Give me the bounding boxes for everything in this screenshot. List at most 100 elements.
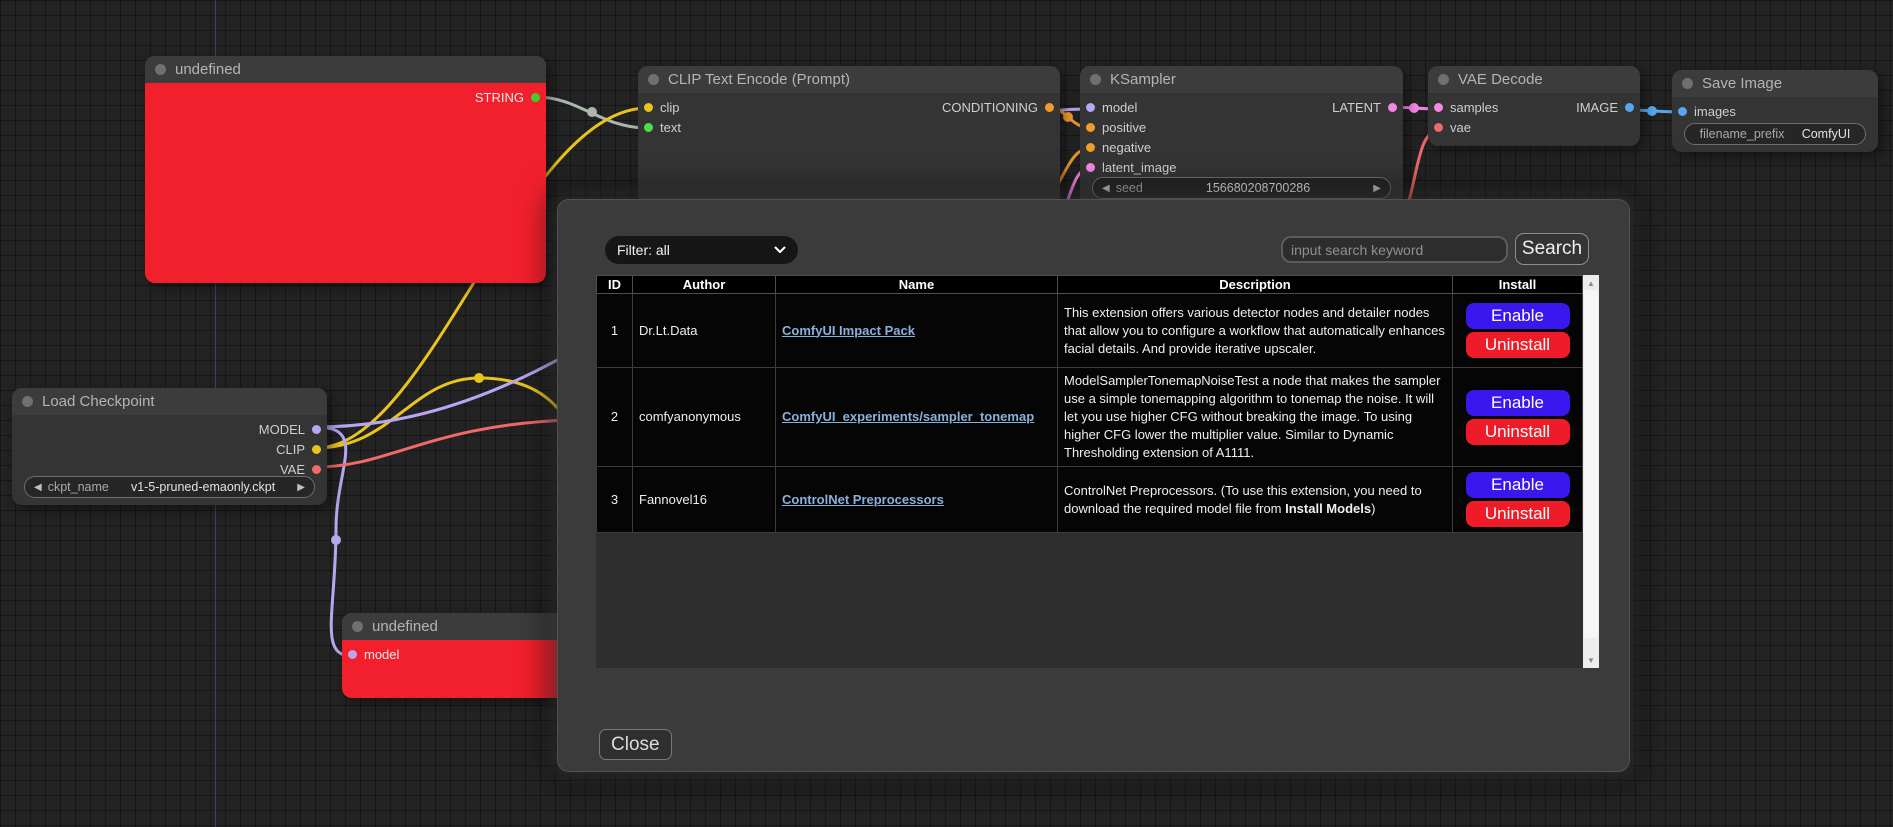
stepper-right-icon[interactable]: ▶: [297, 482, 305, 493]
slot-dot[interactable]: [1086, 163, 1095, 172]
chevron-down-icon: [774, 246, 786, 254]
extensions-table-body: 1Dr.Lt.DataComfyUI Impact PackThis exten…: [597, 294, 1583, 533]
table-scrollbar[interactable]: ▲ ▼: [1583, 275, 1599, 668]
description-text: This extension offers various detector n…: [1064, 305, 1445, 356]
widget-ckpt_name[interactable]: ◀ ckpt_name v1-5-pruned-emaonly.ckpt ▶: [24, 476, 315, 498]
output-slot-LATENT: LATENT: [1332, 98, 1397, 116]
scrollbar-thumb[interactable]: [1584, 290, 1598, 638]
node-collapse-dot[interactable]: [1438, 74, 1449, 85]
widget-value[interactable]: 156680208700286: [1149, 181, 1367, 195]
close-button[interactable]: Close: [599, 729, 672, 760]
scroll-down-arrow-icon[interactable]: ▼: [1583, 653, 1599, 667]
cell-name: ComfyUI Impact Pack: [776, 294, 1058, 368]
node-title-bar[interactable]: CLIP Text Encode (Prompt): [638, 66, 1060, 93]
stepper-right-icon[interactable]: ▶: [1373, 183, 1381, 194]
widget-label: filename_prefix: [1700, 127, 1785, 141]
uninstall-button[interactable]: Uninstall: [1466, 419, 1570, 445]
node-title-bar[interactable]: undefined: [145, 56, 546, 83]
search-input[interactable]: [1281, 236, 1508, 263]
slot-dot[interactable]: [348, 650, 357, 659]
widget-value[interactable]: v1-5-pruned-emaonly.ckpt: [115, 480, 291, 494]
node-clip-text-encode[interactable]: CLIP Text Encode (Prompt)cliptextCONDITI…: [638, 66, 1060, 216]
column-header-description: Description: [1058, 276, 1453, 294]
node-title-bar[interactable]: KSampler: [1080, 66, 1403, 93]
cell-author: Dr.Lt.Data: [633, 294, 776, 368]
slot-dot[interactable]: [312, 425, 321, 434]
enable-button[interactable]: Enable: [1466, 472, 1570, 498]
node-ksampler[interactable]: KSamplermodelpositivenegativelatent_imag…: [1080, 66, 1403, 206]
slot-label: IMAGE: [1576, 100, 1618, 115]
node-title-bar[interactable]: Save Image: [1672, 70, 1878, 97]
enable-button[interactable]: Enable: [1466, 390, 1570, 416]
wire-dot[interactable]: [1647, 106, 1657, 116]
uninstall-button[interactable]: Uninstall: [1466, 501, 1570, 527]
slot-dot[interactable]: [531, 93, 540, 102]
output-slot-CONDITIONING: CONDITIONING: [942, 98, 1054, 116]
filter-select-label: Filter: all: [617, 242, 670, 258]
widget-seed[interactable]: ◀ seed 156680208700286 ▶: [1092, 177, 1391, 199]
slot-dot[interactable]: [1625, 103, 1634, 112]
extension-link[interactable]: ComfyUI Impact Pack: [782, 323, 915, 338]
stepper-left-icon[interactable]: ◀: [1102, 183, 1110, 194]
node-load-checkpoint[interactable]: Load CheckpointMODELCLIPVAE◀ckpt_namev1-…: [12, 388, 327, 505]
widget-label: seed: [1116, 181, 1143, 195]
slot-dot[interactable]: [1045, 103, 1054, 112]
slot-dot[interactable]: [1388, 103, 1397, 112]
node-collapse-dot[interactable]: [352, 621, 363, 632]
extensions-table: IDAuthorNameDescriptionInstall 1Dr.Lt.Da…: [596, 275, 1583, 533]
node-collapse-dot[interactable]: [22, 396, 33, 407]
cell-id: 2: [597, 368, 633, 467]
node-save-image[interactable]: Save Imageimagesfilename_prefixComfyUI: [1672, 70, 1878, 152]
slot-label: latent_image: [1102, 160, 1176, 175]
node-title-bar[interactable]: Load Checkpoint: [12, 388, 327, 415]
wire-dot[interactable]: [331, 535, 341, 545]
wire-dot[interactable]: [587, 107, 597, 117]
node-title: KSampler: [1110, 71, 1176, 88]
slot-label: model: [364, 647, 399, 662]
wire-dot[interactable]: [474, 373, 484, 383]
slot-dot[interactable]: [644, 103, 653, 112]
output-slot-CLIP: CLIP: [276, 440, 321, 458]
node-collapse-dot[interactable]: [1090, 74, 1101, 85]
slot-dot[interactable]: [1086, 103, 1095, 112]
node-title-bar[interactable]: undefined: [342, 613, 568, 640]
scroll-up-arrow-icon[interactable]: ▲: [1583, 276, 1599, 290]
input-slot-latent_image: latent_image: [1086, 158, 1176, 176]
slot-label: LATENT: [1332, 100, 1381, 115]
uninstall-button[interactable]: Uninstall: [1466, 332, 1570, 358]
node-undefined-top[interactable]: undefinedSTRING: [145, 56, 546, 283]
node-undefined-bottom[interactable]: undefined model: [342, 613, 568, 698]
filter-select[interactable]: Filter: all: [605, 236, 798, 264]
widget-filename_prefix[interactable]: filename_prefix ComfyUI: [1684, 123, 1866, 145]
slot-dot[interactable]: [1434, 123, 1443, 132]
slot-dot[interactable]: [312, 465, 321, 474]
slot-dot[interactable]: [644, 123, 653, 132]
slot-label: CONDITIONING: [942, 100, 1038, 115]
node-vae-decode[interactable]: VAE DecodesamplesvaeIMAGE: [1428, 66, 1640, 146]
cell-install: Enable Uninstall: [1453, 467, 1583, 533]
node-title: undefined: [175, 61, 241, 78]
wire-dot[interactable]: [1063, 112, 1073, 122]
extension-link[interactable]: ComfyUI_experiments/sampler_tonemap: [782, 409, 1034, 424]
node-collapse-dot[interactable]: [648, 74, 659, 85]
slot-dot[interactable]: [1678, 107, 1687, 116]
search-button[interactable]: Search: [1515, 233, 1589, 265]
slot-dot[interactable]: [1434, 103, 1443, 112]
input-slot-model: model: [1086, 98, 1137, 116]
description-text: ): [1371, 501, 1375, 516]
node-title-bar[interactable]: VAE Decode: [1428, 66, 1640, 93]
enable-button[interactable]: Enable: [1466, 303, 1570, 329]
slot-dot[interactable]: [312, 445, 321, 454]
slot-dot[interactable]: [1086, 143, 1095, 152]
node-collapse-dot[interactable]: [1682, 78, 1693, 89]
node-collapse-dot[interactable]: [155, 64, 166, 75]
description-text: ModelSamplerTonemapNoiseTest a node that…: [1064, 373, 1440, 460]
extensions-table-container: IDAuthorNameDescriptionInstall 1Dr.Lt.Da…: [596, 275, 1598, 668]
wire-dot[interactable]: [1409, 103, 1419, 113]
slot-dot[interactable]: [1086, 123, 1095, 132]
widget-label: ckpt_name: [48, 480, 109, 494]
stepper-left-icon[interactable]: ◀: [34, 482, 42, 493]
cell-name: ControlNet Preprocessors: [776, 467, 1058, 533]
widget-value[interactable]: ComfyUI: [1802, 127, 1851, 141]
extension-link[interactable]: ControlNet Preprocessors: [782, 492, 944, 507]
